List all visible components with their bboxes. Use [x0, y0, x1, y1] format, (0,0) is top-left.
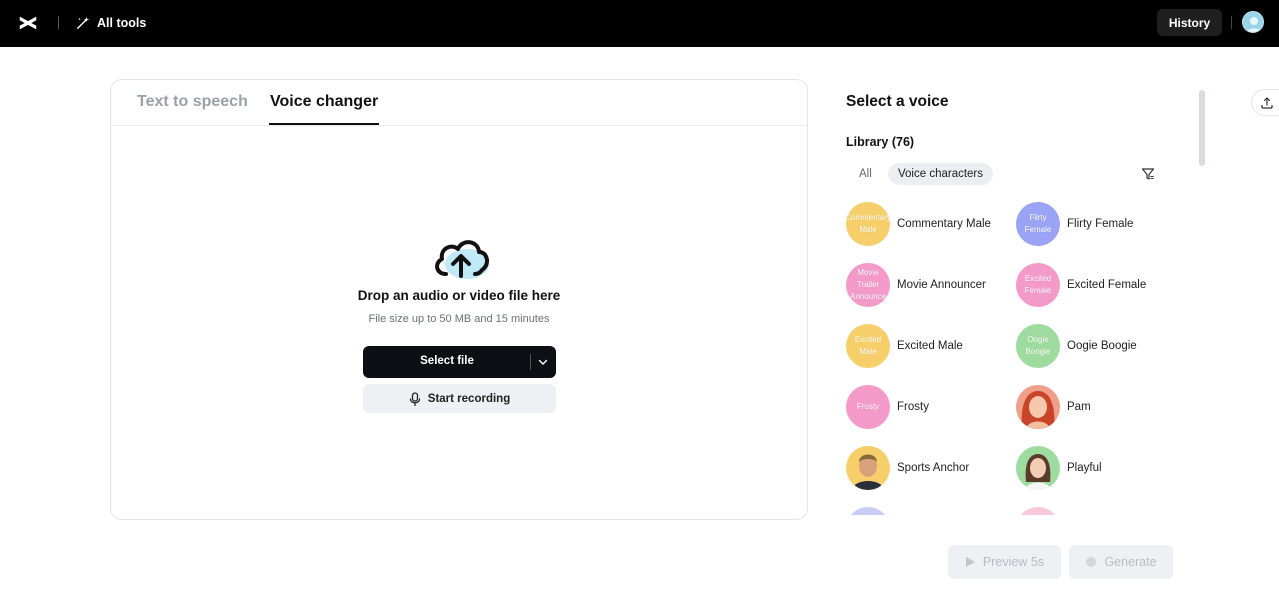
generate-button[interactable]: Generate [1069, 545, 1173, 579]
play-icon [965, 557, 975, 567]
sports-anchor-portrait-icon [846, 446, 890, 490]
button-separator [530, 354, 531, 370]
voice-name: Commentary Male [897, 218, 991, 230]
voice-item-flirty-female[interactable]: Flirty Female Flirty Female [1016, 201, 1181, 247]
tab-voice-changer[interactable]: Voice changer [270, 93, 378, 111]
user-avatar-icon [1246, 17, 1262, 32]
voice-thumbnail: Excited Male [846, 324, 890, 368]
filter-icon[interactable] [1141, 167, 1155, 181]
voice-grid: Commentary Male Commentary Male Flirty F… [846, 200, 1186, 515]
voice-thumbnail: Flirty Female [1016, 202, 1060, 246]
voice-item-commentary-male[interactable]: Commentary Male Commentary Male [846, 201, 1011, 247]
voice-thumbnail: Frosty [846, 385, 890, 429]
pam-portrait-icon [1016, 385, 1060, 429]
microphone-icon [409, 391, 420, 406]
playful-portrait-icon [1016, 446, 1060, 490]
voice-item-movie-announcer[interactable]: Movie Trailer Announce Movie Announcer [846, 262, 1011, 308]
voice-item-playful[interactable]: Playful [1016, 445, 1181, 491]
preview-label: Preview 5s [982, 555, 1045, 569]
drop-zone-subtitle: File size up to 50 MB and 15 minutes [368, 313, 550, 325]
voice-name: Oogie Boogie [1067, 340, 1137, 352]
voice-item-sports-anchor[interactable]: Sports Anchor [846, 445, 1011, 491]
voice-item-excited-male[interactable]: Excited Male Excited Male [846, 323, 1011, 369]
preview-button[interactable]: Preview 5s [948, 545, 1061, 579]
voice-thumbnail: Oogie Boogie [1016, 324, 1060, 368]
all-tools-button[interactable]: All tools [76, 14, 146, 32]
voice-item-oogie-boogie[interactable]: Oogie Boogie Oogie Boogie [1016, 323, 1181, 369]
voice-name: Excited Male [897, 340, 963, 352]
drop-zone-title: Drop an audio or video file here [357, 288, 561, 303]
select-voice-title: Select a voice [846, 93, 949, 110]
voice-name: Movie Announcer [897, 279, 986, 291]
voice-thumbnail: Movie Trailer Announce [846, 263, 890, 307]
voice-name: Excited Female [1067, 279, 1147, 291]
voice-name: Frosty [897, 401, 929, 413]
capcut-logo-icon[interactable] [17, 12, 39, 34]
avatar[interactable] [1242, 11, 1264, 33]
side-upload-button[interactable] [1251, 89, 1279, 116]
start-recording-button[interactable]: Start recording [363, 384, 556, 413]
voice-item-pam[interactable]: Pam [1016, 384, 1181, 430]
header-divider-2 [1231, 16, 1232, 29]
tab-text-to-speech[interactable]: Text to speech [137, 93, 248, 111]
upload-person-icon [1260, 96, 1273, 109]
top-bar: All tools History [0, 0, 1279, 47]
voice-name: Sports Anchor [897, 462, 970, 474]
select-file-button[interactable]: Select file [363, 346, 556, 378]
cloud-upload-icon [435, 240, 489, 279]
generate-label: Generate [1104, 555, 1157, 569]
filter-all-chip[interactable]: All [851, 163, 880, 185]
voice-thumbnail [1016, 507, 1060, 515]
voice-item-frosty[interactable]: Frosty Frosty [846, 384, 1011, 430]
voice-list-scrollbar[interactable] [1199, 90, 1205, 166]
all-tools-label: All tools [97, 16, 147, 30]
active-tab-indicator [269, 123, 379, 125]
tab-bar: Text to speech Voice changer [111, 80, 807, 126]
voice-name: Playful [1067, 462, 1102, 474]
voice-item-partial[interactable] [1016, 506, 1181, 515]
start-recording-label: Start recording [427, 392, 511, 405]
header-divider [58, 16, 59, 29]
voice-thumbnail [846, 507, 890, 515]
voice-item-partial[interactable] [846, 506, 1011, 515]
magic-wand-icon [77, 16, 90, 29]
voice-thumbnail: Excited Female [1016, 263, 1060, 307]
history-button[interactable]: History [1157, 9, 1222, 36]
filter-voice-characters-chip[interactable]: Voice characters [888, 163, 994, 185]
library-count: Library (76) [846, 135, 915, 149]
generate-icon [1086, 557, 1097, 567]
select-file-label: Select file [420, 355, 474, 367]
voice-item-excited-female[interactable]: Excited Female Excited Female [1016, 262, 1181, 308]
voice-thumbnail: Commentary Male [846, 202, 890, 246]
voice-name: Flirty Female [1067, 218, 1134, 230]
voice-name: Pam [1067, 401, 1091, 413]
chevron-down-icon[interactable] [533, 352, 553, 372]
voice-changer-card: Text to speech Voice changer Drop an aud… [110, 79, 808, 520]
